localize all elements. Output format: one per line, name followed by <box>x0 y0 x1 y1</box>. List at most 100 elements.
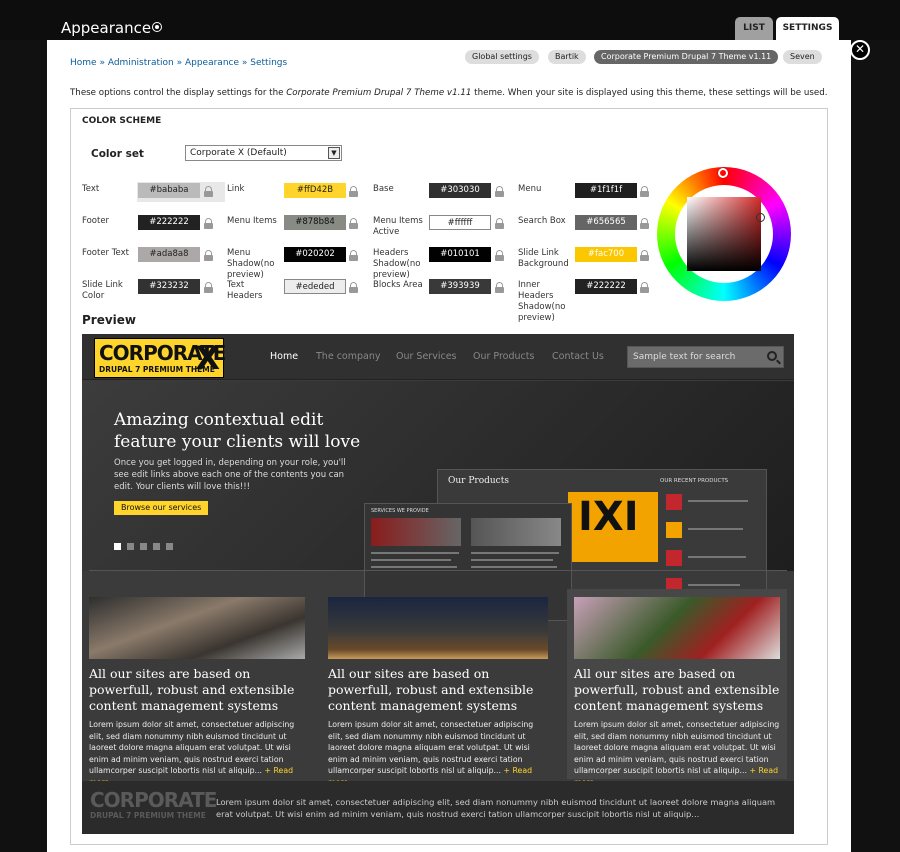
color-input[interactable]: #1f1f1f <box>575 183 637 198</box>
hero-button[interactable]: Browse our services <box>114 501 209 515</box>
color-picker-square[interactable] <box>687 197 761 271</box>
lock-icon[interactable] <box>349 250 358 261</box>
color-field-label: Text <box>82 184 100 194</box>
chevron-down-icon[interactable]: ▼ <box>328 147 340 159</box>
preview-nav-home[interactable]: Home <box>270 351 298 362</box>
lock-icon[interactable] <box>495 186 504 197</box>
footer-logo: CORPORATE <box>90 788 217 812</box>
breadcrumb-sep: » <box>241 58 248 68</box>
slider-dot[interactable] <box>127 543 134 550</box>
color-field-label: Menu <box>518 184 542 194</box>
color-input[interactable]: #303030 <box>429 183 491 198</box>
theme-preview: CORPORATE X DRUPAL 7 PREMIUM THEME Home … <box>82 334 794 834</box>
color-input[interactable]: #ffffff <box>429 215 491 230</box>
tab-global-settings[interactable]: Global settings <box>465 50 539 64</box>
breadcrumb-administration[interactable]: Administration <box>108 58 174 68</box>
product-image: IXI <box>568 492 658 562</box>
slider-dot[interactable] <box>166 543 173 550</box>
color-field-label: Base <box>373 184 394 194</box>
card-image <box>574 597 780 659</box>
tab-seven[interactable]: Seven <box>783 50 822 64</box>
preview-nav-products[interactable]: Our Products <box>473 351 534 362</box>
lock-icon[interactable] <box>495 218 504 229</box>
breadcrumb: Home » Administration » Appearance » Set… <box>70 58 287 68</box>
top-bar: Appearance LIST SETTINGS <box>0 0 900 40</box>
color-field-label: Headers Shadow(no preview) <box>373 248 421 280</box>
color-wheel[interactable] <box>657 167 791 301</box>
color-input[interactable]: #fac700 <box>575 247 637 262</box>
preview-nav-company[interactable]: The company <box>316 351 380 362</box>
color-field-label: Footer <box>82 216 110 226</box>
breadcrumb-appearance[interactable]: Appearance <box>185 58 239 68</box>
lock-icon[interactable] <box>640 282 649 293</box>
content-card: All our sites are based on powerfull, ro… <box>567 589 787 787</box>
hue-marker[interactable] <box>718 168 728 178</box>
preview-footer: CORPORATE DRUPAL 7 PREMIUM THEME Lorem i… <box>82 781 794 834</box>
backdrop-right <box>851 40 900 852</box>
lock-icon[interactable] <box>349 186 358 197</box>
color-set-select[interactable]: Corporate X (Default) ▼ <box>185 145 342 161</box>
color-input[interactable]: #656565 <box>575 215 637 230</box>
color-field-label: Menu Items <box>227 216 277 226</box>
lock-icon[interactable] <box>204 186 213 197</box>
tab-bartik[interactable]: Bartik <box>548 50 586 64</box>
content-card: All our sites are based on powerfull, ro… <box>321 589 548 787</box>
settings-circle-icon[interactable] <box>152 22 162 32</box>
color-field-label: Slide Link Color <box>82 280 123 301</box>
tab-corporate-theme[interactable]: Corporate Premium Drupal 7 Theme v1.11 <box>594 50 779 64</box>
color-input[interactable]: #222222 <box>575 279 637 294</box>
color-input[interactable]: #323232 <box>138 279 200 294</box>
saturation-marker[interactable] <box>756 213 765 222</box>
breadcrumb-sep: » <box>99 58 105 68</box>
footer-text: Lorem ipsum dolor sit amet, consectetuer… <box>216 797 776 819</box>
lock-icon[interactable] <box>204 282 213 293</box>
footer-logo-sub: DRUPAL 7 PREMIUM THEME <box>90 811 206 820</box>
color-input[interactable]: #878b84 <box>284 215 346 230</box>
slider-dot[interactable] <box>140 543 147 550</box>
color-field-label: Text Headers <box>227 280 263 301</box>
color-input[interactable]: #ada8a8 <box>138 247 200 262</box>
lock-icon[interactable] <box>640 250 649 261</box>
preview-heading: Preview <box>82 313 137 327</box>
lock-icon[interactable] <box>349 218 358 229</box>
color-input[interactable]: #222222 <box>138 215 200 230</box>
description: These options control the display settin… <box>70 88 828 98</box>
lock-icon[interactable] <box>495 282 504 293</box>
lock-icon[interactable] <box>495 250 504 261</box>
fieldset-legend: COLOR SCHEME <box>82 116 162 126</box>
lock-icon[interactable] <box>349 282 358 293</box>
color-input[interactable]: #020202 <box>284 247 346 262</box>
color-field-label: Menu Items Active <box>373 216 423 237</box>
breadcrumb-settings[interactable]: Settings <box>250 58 287 68</box>
color-input[interactable]: #bababa <box>138 183 200 198</box>
preview-nav-services[interactable]: Our Services <box>396 351 456 362</box>
color-field-label: Blocks Area <box>373 280 423 290</box>
color-input[interactable]: #010101 <box>429 247 491 262</box>
tab-settings[interactable]: SETTINGS <box>776 17 839 40</box>
color-input[interactable]: #ffD42B <box>284 183 346 198</box>
product-thumb <box>666 522 682 538</box>
lock-icon[interactable] <box>204 250 213 261</box>
lock-icon[interactable] <box>640 218 649 229</box>
color-field-label: Menu Shadow(no preview) <box>227 248 275 280</box>
preview-nav-contact[interactable]: Contact Us <box>552 351 604 362</box>
product-thumb <box>666 550 682 566</box>
hero-text: Once you get logged in, depending on you… <box>114 458 346 492</box>
lock-icon[interactable] <box>640 186 649 197</box>
breadcrumb-sep: » <box>176 58 183 68</box>
preview-search-input[interactable]: Sample text for search <box>627 346 784 368</box>
search-icon[interactable] <box>767 351 777 361</box>
close-icon[interactable]: ✕ <box>850 40 870 60</box>
lock-icon[interactable] <box>204 218 213 229</box>
color-input[interactable]: #393939 <box>429 279 491 294</box>
breadcrumb-home[interactable]: Home <box>70 58 97 68</box>
content-card: All our sites are based on powerfull, ro… <box>82 589 305 787</box>
tab-list[interactable]: LIST <box>735 17 773 40</box>
card-image <box>89 597 305 659</box>
slider-dot[interactable] <box>114 543 121 550</box>
color-field-label: Inner Headers Shadow(no preview) <box>518 280 566 323</box>
color-field-label: Footer Text <box>82 248 129 258</box>
slider-dot[interactable] <box>153 543 160 550</box>
card-image <box>328 597 548 659</box>
color-input[interactable]: #ededed <box>284 279 346 294</box>
